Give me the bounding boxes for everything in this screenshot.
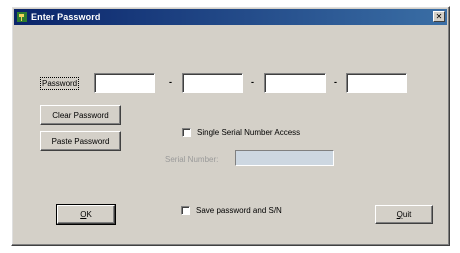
single-serial-option[interactable]: Single Serial Number Access [182,128,300,137]
quit-button[interactable]: Quit [375,205,433,224]
key-icon [17,12,27,22]
password-field-2[interactable] [182,73,243,93]
ok-button[interactable]: OK [56,204,116,225]
password-separator-1: - [169,77,172,87]
password-separator-3: - [334,77,337,87]
password-label: Password [40,77,80,90]
enter-password-dialog: Enter Password ✕ Password - - - Clear Pa… [11,6,450,246]
single-serial-checkbox[interactable] [182,128,191,137]
password-field-1[interactable] [94,73,155,93]
window-title: Enter Password [31,12,101,22]
clear-password-label: Clear Password [52,110,109,120]
single-serial-label: Single Serial Number Access [197,128,301,137]
paste-password-button[interactable]: Paste Password [40,131,121,151]
password-separator-2: - [251,77,254,87]
close-button[interactable]: ✕ [433,11,445,22]
ok-label-rest: K [86,210,92,219]
serial-number-field[interactable] [235,150,334,166]
password-field-3[interactable] [264,73,326,93]
save-password-label: Save password and S/N [196,206,282,215]
paste-password-label: Paste Password [51,136,110,146]
serial-number-label: Serial Number: [165,155,219,164]
password-field-4[interactable] [346,73,407,93]
quit-label-rest: uit [402,210,412,219]
save-password-option[interactable]: Save password and S/N [181,206,282,215]
clear-password-button[interactable]: Clear Password [40,105,121,125]
title-bar[interactable]: Enter Password ✕ [14,9,447,25]
close-icon: ✕ [435,12,443,21]
save-password-checkbox[interactable] [181,206,190,215]
